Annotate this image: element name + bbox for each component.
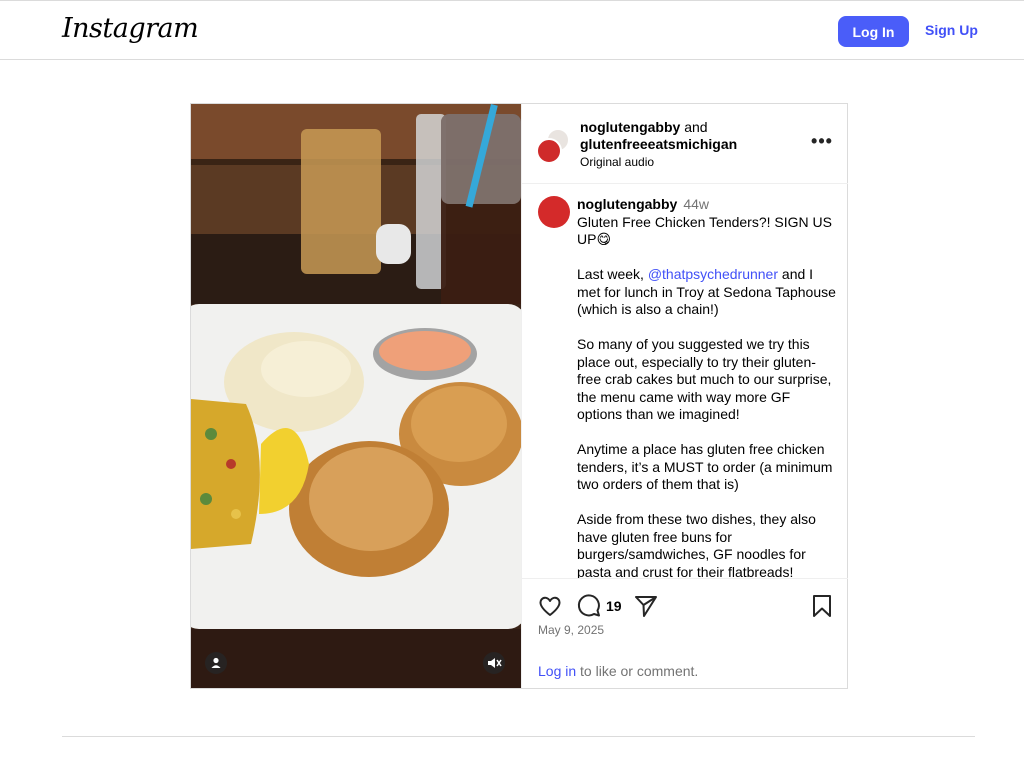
post-sidebar: noglutengabby and glutenfreeeatsmichigan… <box>521 104 848 688</box>
login-prompt-text: to like or comment. <box>576 663 699 679</box>
author-joiner: and <box>680 119 708 135</box>
post-author-header: noglutengabby and glutenfreeeatsmichigan… <box>522 104 848 184</box>
comment-bubble-icon[interactable] <box>576 593 602 619</box>
collaborator-username-link[interactable]: glutenfreeeatsmichigan <box>580 136 737 153</box>
food-photo <box>191 104 521 688</box>
caption-text: noglutengabby 44w Gluten Free Chicken Ten… <box>577 196 837 578</box>
mention-link[interactable]: @thatpsychedrunner <box>648 266 778 282</box>
post-age: 44w <box>683 196 710 212</box>
signup-link[interactable]: Sign Up <box>925 22 978 38</box>
avatar <box>536 138 562 164</box>
share-send-icon[interactable] <box>633 593 659 619</box>
save-bookmark-icon[interactable] <box>809 593 835 619</box>
muted-speaker-icon[interactable] <box>483 652 505 674</box>
caption-paragraph: Last week, @thatpsychedrunner and I met … <box>577 266 837 319</box>
top-navigation-bar: Instagram Log In Sign Up <box>0 0 1024 60</box>
footer-divider <box>62 736 975 737</box>
login-link[interactable]: Log in <box>538 663 576 679</box>
caption-text-span: Last week, <box>577 266 648 282</box>
caption-paragraph: Gluten Free Chicken Tenders?! SIGN US UP… <box>577 213 832 248</box>
avatar[interactable] <box>538 196 570 228</box>
post-card: noglutengabby and glutenfreeeatsmichigan… <box>190 103 848 689</box>
more-options-icon[interactable]: ••• <box>810 132 834 154</box>
author-names: noglutengabby and glutenfreeeatsmichigan… <box>580 119 737 171</box>
author-username-link[interactable]: noglutengabby <box>580 119 680 135</box>
login-button[interactable]: Log In <box>838 16 909 47</box>
caption-paragraph: So many of you suggested we try this pla… <box>577 336 832 422</box>
post-date[interactable]: May 9, 2025 <box>538 623 604 637</box>
caption-username[interactable]: noglutengabby <box>577 196 677 212</box>
caption-paragraph: Aside from these two dishes, they also h… <box>577 511 816 578</box>
author-avatars[interactable] <box>536 128 572 164</box>
post-video[interactable] <box>191 104 521 688</box>
instagram-logo[interactable]: Instagram <box>62 13 199 44</box>
post-actions: 19 May 9, 2025 Log in to like or comment… <box>522 578 848 688</box>
login-prompt: Log in to like or comment. <box>538 663 698 679</box>
like-heart-icon[interactable] <box>537 593 563 619</box>
caption-paragraph: Anytime a place has gluten free chicken … <box>577 441 833 492</box>
caption-scroll-area[interactable]: noglutengabby 44w Gluten Free Chicken Ten… <box>522 185 848 578</box>
comment-count: 19 <box>606 598 622 614</box>
audio-link[interactable]: Original audio <box>580 154 737 171</box>
person-tag-icon[interactable] <box>205 652 227 674</box>
